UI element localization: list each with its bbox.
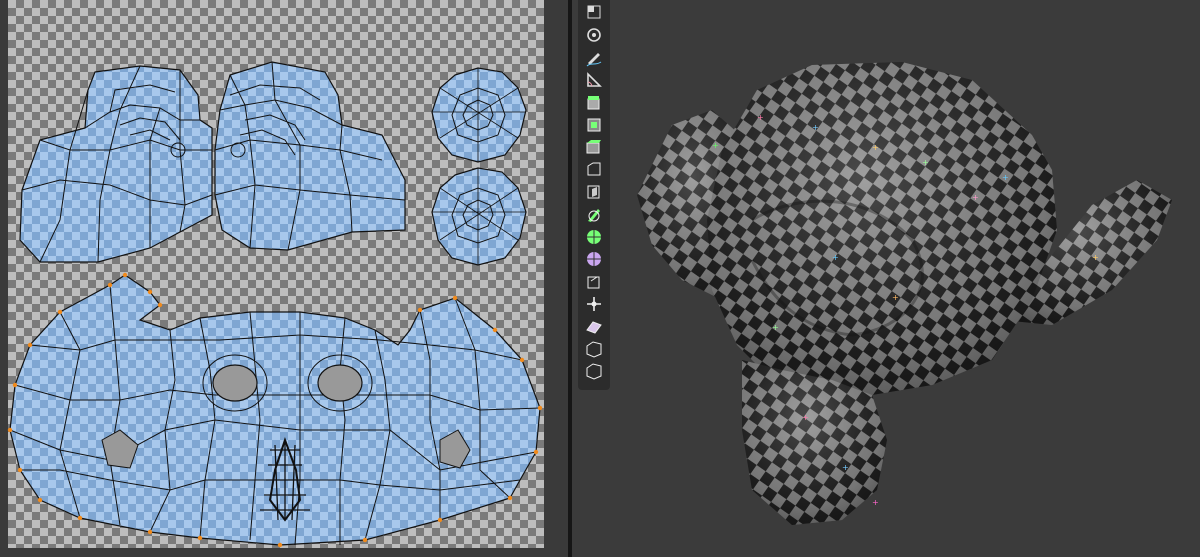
monkey-head	[707, 62, 1057, 395]
uv-island-ear-disc-bottom[interactable]	[431, 167, 527, 266]
smooth-tool-icon[interactable]	[582, 271, 606, 293]
shrink-fatten-tool-icon[interactable]	[582, 316, 606, 338]
svg-text:+: +	[812, 123, 819, 132]
svg-text:+: +	[892, 293, 899, 302]
annotate-tool-icon[interactable]	[582, 47, 606, 69]
uv-islands[interactable]	[0, 0, 568, 557]
uv-editor[interactable]	[0, 0, 568, 557]
cursor-tool-icon[interactable]	[582, 24, 606, 46]
svg-text:+: +	[972, 193, 979, 202]
tool-shelf	[578, 0, 610, 390]
extrude-region-tool-icon[interactable]	[582, 114, 606, 136]
svg-text:+: +	[1002, 173, 1009, 182]
uv-island-head-left[interactable]	[19, 65, 213, 263]
svg-text:+: +	[757, 113, 764, 122]
uv-island-face[interactable]	[7, 272, 543, 548]
uv-island-head-right[interactable]	[214, 61, 406, 251]
bevel-tool-icon[interactable]	[582, 159, 606, 181]
poly-build-tool-icon[interactable]	[582, 226, 606, 248]
uv-island-ear-disc-top[interactable]	[431, 67, 527, 163]
loop-cut-tool-icon[interactable]	[582, 181, 606, 203]
svg-text:+: +	[922, 158, 929, 167]
shear-tool-icon[interactable]	[582, 338, 606, 360]
svg-text:+: +	[872, 143, 879, 152]
select-box-tool-icon[interactable]	[582, 2, 606, 24]
rip-region-tool-icon[interactable]	[582, 360, 606, 382]
svg-text:+: +	[872, 498, 879, 507]
svg-text:+: +	[712, 141, 719, 150]
edge-slide-tool-icon[interactable]	[582, 293, 606, 315]
svg-text:+: +	[832, 253, 839, 262]
measure-tool-icon[interactable]	[582, 69, 606, 91]
spin-tool-icon[interactable]	[582, 248, 606, 270]
knife-tool-icon[interactable]	[582, 204, 606, 226]
monkey-mesh[interactable]: + + + + + + + + + + + + + +	[572, 0, 1200, 557]
add-cube-tool-icon[interactable]	[582, 92, 606, 114]
svg-text:+: +	[802, 413, 809, 422]
inset-faces-tool-icon[interactable]	[582, 136, 606, 158]
svg-text:+: +	[1092, 253, 1099, 262]
svg-text:+: +	[842, 463, 849, 472]
3d-viewport[interactable]: + + + + + + + + + + + + + +	[572, 0, 1200, 557]
svg-text:+: +	[772, 323, 779, 332]
